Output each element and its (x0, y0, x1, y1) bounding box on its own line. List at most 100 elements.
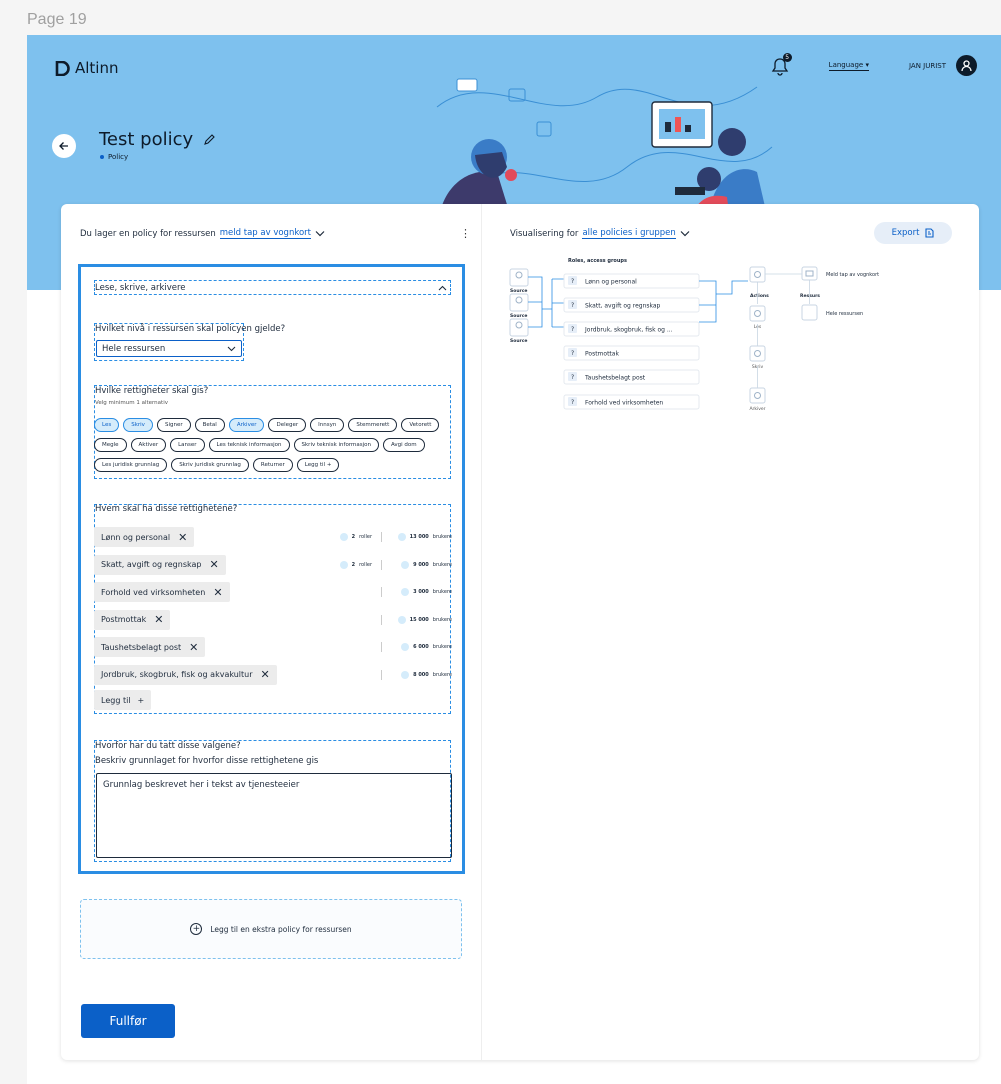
right-chip[interactable]: Deleger (268, 418, 307, 432)
right-chip[interactable]: Skriv teknisk informasjon (293, 438, 379, 452)
users-icon (397, 615, 406, 624)
chevron-up-icon[interactable] (438, 285, 447, 291)
right-chip[interactable]: Stemmerett (348, 418, 398, 432)
right-chip[interactable]: Skriv (123, 418, 153, 432)
roles-count: 2 roller (339, 560, 372, 569)
group-row: Postmottak ✕ 15 000 brukere (94, 608, 452, 636)
chevron-down-icon[interactable] (315, 230, 325, 237)
back-button[interactable] (52, 134, 76, 158)
users-unit: brukere (432, 644, 452, 650)
page-subtitle-text: Policy (108, 153, 129, 161)
why-text: Grunnlag beskrevet her i tekst av tjenes… (103, 780, 300, 790)
help-mark: ? (571, 302, 574, 309)
add-group-label: Legg til (101, 695, 131, 705)
user-icon (961, 59, 972, 71)
right-chip[interactable]: Legg til + (296, 458, 340, 472)
close-icon[interactable]: ✕ (154, 613, 163, 626)
users-count: 9 000 brukere (401, 560, 452, 569)
policy-header-prefix: Du lager en policy for ressursen (80, 228, 216, 239)
close-icon[interactable]: ✕ (261, 668, 270, 681)
right-chip[interactable]: Arkiver (228, 418, 265, 432)
group-tag[interactable]: Forhold ved virksomheten ✕ (94, 582, 230, 602)
export-button[interactable]: Export (874, 222, 952, 244)
brand-name: Altinn (75, 59, 119, 77)
visualization-scope-link[interactable]: alle policies i gruppen (582, 228, 676, 239)
users-unit: brukere (432, 616, 452, 623)
right-chip[interactable]: Avgi dom (382, 438, 425, 452)
user-menu[interactable]: JAN JURIST (909, 55, 977, 76)
close-icon[interactable]: ✕ (213, 586, 222, 599)
right-chip[interactable]: Les juridisk grunnlag (94, 458, 168, 472)
language-selector[interactable]: Language ▾ (828, 61, 869, 71)
group-row: Taushetsbelagt post ✕ 6 000 brukere (94, 635, 452, 663)
users-count: 13 000 brukere (397, 533, 452, 541)
group-tag[interactable]: Skatt, avgift og regnskap ✕ (94, 554, 226, 575)
right-chip[interactable]: Aktiver (130, 438, 167, 452)
resource-node (801, 266, 818, 281)
rights-hint: Velg minimum 1 alternativ (95, 400, 168, 406)
artboard: Altinn 5 Language ▾ JAN JURIST Test poli… (27, 35, 1001, 1084)
group-tag[interactable]: Lønn og personal ✕ (94, 527, 195, 547)
right-chip[interactable]: Vetorett (401, 418, 440, 432)
brand[interactable]: Altinn (55, 59, 119, 77)
visualization-panel: Visualisering for alle policies i gruppe… (481, 204, 979, 1060)
close-icon[interactable]: ✕ (189, 641, 198, 654)
rights-question: Hvilke rettigheter skal gis? (95, 386, 209, 396)
divider (381, 559, 382, 570)
roles-unit: roller (359, 561, 372, 568)
ressurs-title: Ressurs (800, 293, 820, 299)
right-chip[interactable]: Innsyn (310, 418, 345, 432)
users-unit: brukere (432, 534, 452, 540)
right-chip[interactable]: Les teknisk informasjon (208, 438, 290, 452)
rule-title: Lese, skrive, arkivere (95, 283, 186, 293)
right-chip[interactable]: Megle (94, 438, 127, 452)
users-unit: brukere (432, 671, 452, 678)
policy-card: Du lager en policy for ressursen meld ta… (61, 204, 979, 1060)
right-chip[interactable]: Betal (194, 418, 225, 432)
pencil-icon[interactable] (203, 133, 216, 146)
source-label: Source (510, 338, 527, 344)
help-mark: ? (571, 326, 574, 333)
resource-label: Hele ressursen (826, 311, 863, 317)
add-group-button[interactable]: Legg til + (94, 690, 152, 710)
group-node-label: Lønn og personal (585, 279, 637, 286)
group-tag[interactable]: Taushetsbelagt post ✕ (94, 637, 206, 657)
right-chip[interactable]: Signer (156, 418, 191, 432)
group-row: Jordbruk, skogbruk, fisk og akvakultur ✕ 8… (94, 663, 452, 691)
level-select[interactable]: Hele ressursen (96, 340, 242, 357)
divider (381, 614, 382, 625)
divider (381, 532, 382, 542)
close-icon[interactable]: ✕ (209, 558, 218, 571)
group-node-label: Postmottak (585, 351, 619, 358)
help-mark: ? (571, 278, 574, 285)
why-question: Hvorfor har du tatt disse valgene? (95, 741, 241, 751)
right-chip[interactable]: Les (94, 418, 120, 432)
person-icon (339, 533, 348, 541)
group-tag[interactable]: Postmottak ✕ (94, 609, 171, 630)
right-chip[interactable]: Returner (252, 458, 293, 472)
roles-number: 2 (351, 561, 356, 568)
chevron-down-icon (227, 346, 236, 351)
add-extra-policy-button[interactable]: + Legg til en ekstra policy for ressurse… (80, 899, 462, 959)
finish-button[interactable]: Fullfør (81, 1004, 175, 1038)
group-list: Lønn og personal ✕ 2 roller 13 000 brukere Ska… (94, 525, 452, 690)
close-icon[interactable]: ✕ (178, 531, 187, 544)
action-label: Arkiver (749, 406, 765, 412)
users-count: 6 000 brukere (401, 643, 452, 651)
users-number: 15 000 (409, 616, 429, 623)
divider (381, 642, 382, 652)
more-options-icon[interactable]: ⋮ (460, 227, 471, 240)
group-tag[interactable]: Jordbruk, skogbruk, fisk og akvakultur ✕ (94, 664, 277, 685)
rule-title-zone[interactable]: Lese, skrive, arkivere (94, 280, 451, 295)
group-name: Postmottak (101, 615, 147, 624)
users-icon (401, 588, 410, 596)
right-chip[interactable]: Skriv juridisk grunnlag (171, 458, 249, 472)
group-node-label: Taushetsbelagt post (584, 375, 646, 382)
right-chip[interactable]: Lanser (170, 438, 205, 452)
source-label: Source (510, 288, 527, 294)
why-textarea[interactable]: Grunnlag beskrevet her i tekst av tjenes… (96, 773, 452, 858)
action-connector (757, 273, 802, 388)
resource-link[interactable]: meld tap av vognkort (219, 228, 311, 239)
chevron-down-icon[interactable] (680, 230, 690, 237)
who-question: Hvem skal ha disse rettighetene? (95, 504, 238, 514)
